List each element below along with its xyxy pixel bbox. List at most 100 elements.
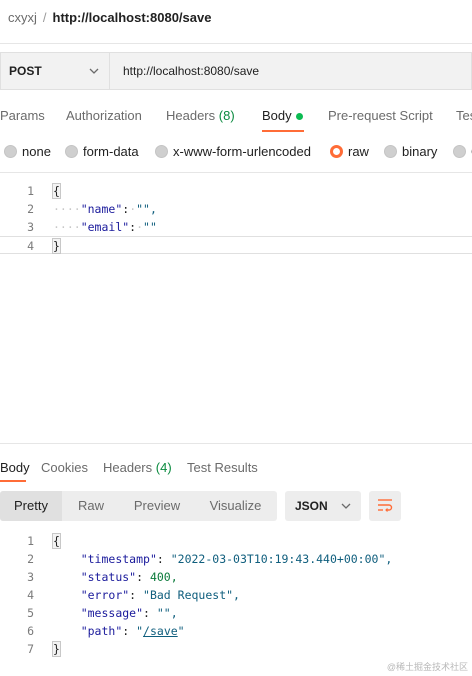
editor-line: 1 { bbox=[0, 182, 472, 200]
response-line: 6 "path": "/save" bbox=[0, 622, 472, 640]
url-bar: POST http://localhost:8080/save bbox=[0, 52, 472, 90]
view-raw[interactable]: Raw bbox=[62, 491, 120, 521]
line-number: 7 bbox=[27, 642, 34, 656]
view-pretty[interactable]: Pretty bbox=[0, 491, 62, 521]
wrap-lines-button[interactable] bbox=[369, 491, 401, 521]
wrap-lines-icon bbox=[377, 498, 393, 515]
radio-binary[interactable]: binary bbox=[384, 144, 437, 159]
response-tab-underline bbox=[0, 480, 26, 482]
line-number: 2 bbox=[27, 202, 34, 216]
json-key: "message" bbox=[80, 606, 144, 620]
line-number: 6 bbox=[27, 624, 34, 638]
request-name[interactable]: http://localhost:8080/save bbox=[53, 10, 212, 25]
response-headers-label: Headers bbox=[103, 460, 153, 475]
line-number: 4 bbox=[27, 239, 34, 253]
response-line: 1 { bbox=[0, 532, 472, 550]
line-number: 5 bbox=[27, 606, 34, 620]
response-view-switcher: Pretty Raw Preview Visualize bbox=[0, 491, 277, 521]
editor-line-current: 4 } bbox=[0, 236, 472, 254]
json-key: "error" bbox=[80, 588, 130, 602]
radio-none-label: none bbox=[22, 144, 51, 159]
json-key: "email" bbox=[80, 220, 130, 234]
tab-authorization[interactable]: Authorization bbox=[66, 108, 142, 123]
radio-raw[interactable]: raw bbox=[330, 144, 369, 159]
json-value: 400, bbox=[149, 570, 178, 584]
tab-headers[interactable]: Headers (8) bbox=[166, 108, 235, 123]
open-brace: { bbox=[52, 533, 61, 549]
json-value: "", bbox=[156, 606, 178, 620]
tab-headers-label: Headers bbox=[166, 108, 216, 123]
format-label: JSON bbox=[295, 499, 328, 513]
radio-icon bbox=[453, 145, 466, 158]
active-tab-underline bbox=[262, 130, 304, 132]
radio-icon bbox=[155, 145, 168, 158]
line-number: 3 bbox=[27, 220, 34, 234]
tab-body-label: Body bbox=[262, 108, 292, 123]
response-line: 7 } bbox=[0, 640, 472, 658]
response-line: 3 "status": 400, bbox=[0, 568, 472, 586]
line-number: 3 bbox=[27, 570, 34, 584]
view-visualize[interactable]: Visualize bbox=[194, 491, 277, 521]
line-number: 4 bbox=[27, 588, 34, 602]
format-select[interactable]: JSON bbox=[285, 491, 361, 521]
json-key: "status" bbox=[80, 570, 137, 584]
method-select[interactable]: POST bbox=[0, 52, 110, 90]
radio-form-data[interactable]: form-data bbox=[65, 144, 139, 159]
editor-line: 3 ····"email":·"" bbox=[0, 218, 472, 236]
json-value: "", bbox=[136, 202, 157, 216]
open-brace: { bbox=[52, 183, 61, 199]
close-brace: } bbox=[52, 238, 61, 254]
response-tabs: Body Cookies Headers (4) Test Results bbox=[0, 458, 472, 478]
header-divider bbox=[0, 43, 472, 44]
headers-count: (8) bbox=[218, 108, 235, 123]
response-tab-headers[interactable]: Headers (4) bbox=[103, 460, 172, 475]
url-input[interactable]: http://localhost:8080/save bbox=[110, 52, 472, 90]
tab-params-label: Params bbox=[0, 108, 45, 123]
close-brace: } bbox=[52, 641, 61, 657]
radio-icon bbox=[384, 145, 397, 158]
body-type-radios: none form-data x-www-form-urlencoded raw… bbox=[0, 142, 472, 162]
tab-params[interactable]: Params bbox=[0, 108, 45, 123]
body-indicator-dot bbox=[295, 113, 303, 121]
radio-urlencoded-label: x-www-form-urlencoded bbox=[173, 144, 311, 159]
tab-authorization-label: Authorization bbox=[66, 108, 142, 123]
view-preview[interactable]: Preview bbox=[120, 491, 194, 521]
response-line: 4 "error": "Bad Request", bbox=[0, 586, 472, 604]
editor-line: 2 ····"name":·"", bbox=[0, 200, 472, 218]
json-key: "timestamp" bbox=[80, 552, 157, 566]
response-tab-test-results[interactable]: Test Results bbox=[187, 460, 258, 475]
json-key: "path" bbox=[80, 624, 123, 638]
tab-tests-label: Tes bbox=[456, 108, 472, 123]
path-link[interactable]: /save bbox=[143, 624, 178, 638]
json-value: "2022-03-03T10:19:43.440+00:00", bbox=[170, 552, 393, 566]
request-body-editor[interactable]: 1 { 2 ····"name":·"", 3 ····"email":·"" … bbox=[0, 182, 472, 262]
response-tab-cookies[interactable]: Cookies bbox=[41, 460, 88, 475]
chevron-down-icon bbox=[89, 65, 99, 77]
radio-graphql[interactable]: G bbox=[453, 144, 472, 159]
breadcrumb: cxyxj / http://localhost:8080/save bbox=[8, 10, 211, 25]
radio-icon bbox=[65, 145, 78, 158]
radio-urlencoded[interactable]: x-www-form-urlencoded bbox=[155, 144, 311, 159]
request-tabs: Params Authorization Headers (8) Body Pr… bbox=[0, 100, 472, 132]
workspace-link[interactable]: cxyxj bbox=[8, 10, 37, 25]
radio-binary-label: binary bbox=[402, 144, 438, 159]
chevron-down-icon bbox=[341, 500, 351, 512]
line-number: 1 bbox=[27, 184, 34, 198]
tab-tests[interactable]: Tes bbox=[456, 108, 472, 123]
response-line: 5 "message": "", bbox=[0, 604, 472, 622]
watermark: @稀土掘金技术社区 bbox=[386, 662, 468, 672]
response-tab-body[interactable]: Body bbox=[0, 460, 30, 475]
response-headers-count: (4) bbox=[155, 460, 172, 475]
radio-icon bbox=[4, 145, 17, 158]
response-line: 2 "timestamp": "2022-03-03T10:19:43.440+… bbox=[0, 550, 472, 568]
json-value: "" bbox=[143, 220, 157, 234]
method-label: POST bbox=[9, 64, 42, 78]
line-number: 1 bbox=[27, 534, 34, 548]
json-value-quote: " bbox=[136, 624, 144, 638]
radio-none[interactable]: none bbox=[4, 144, 51, 159]
editor-divider bbox=[0, 172, 472, 173]
tab-pre-request-script[interactable]: Pre-request Script bbox=[328, 108, 433, 123]
radio-raw-label: raw bbox=[348, 144, 369, 159]
tab-body[interactable]: Body bbox=[262, 108, 303, 123]
radio-selected-icon bbox=[330, 145, 343, 158]
